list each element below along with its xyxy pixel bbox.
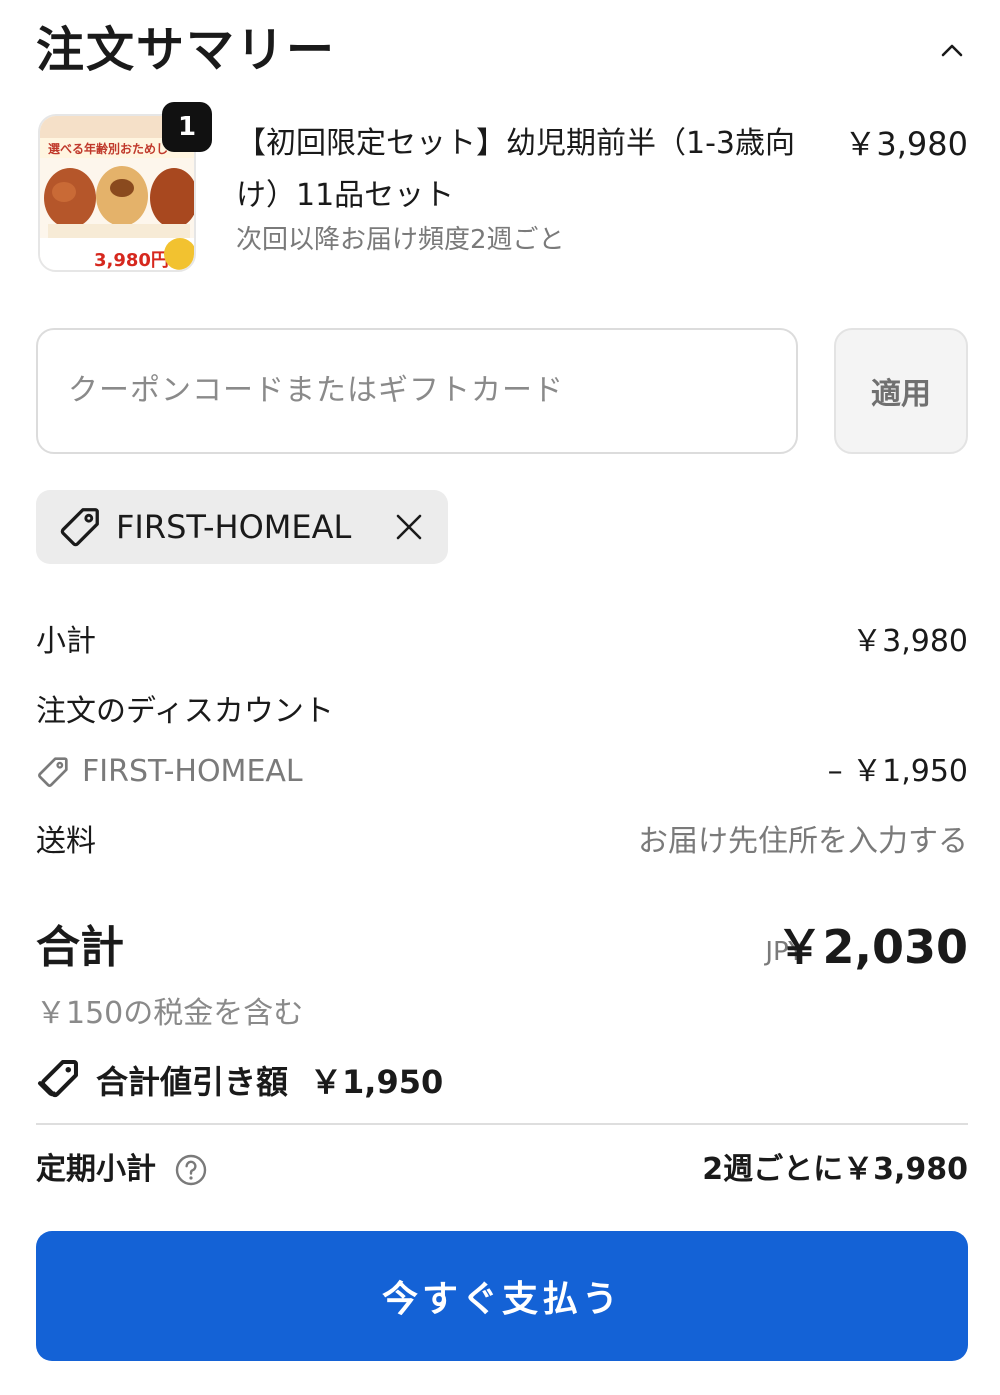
product-title: 【初回限定セット】幼児期前半（1-3歳向け）11品セット [236,126,795,213]
shipping-label: 送料 [36,824,96,859]
chevron-up-icon[interactable] [936,34,968,66]
delivery-frequency: 次回以降お届け頻度2週ごと [236,225,565,255]
subtotal-label: 小計 [36,624,96,659]
applied-discount-chip: FIRST-HOMEAL [36,490,448,564]
product-thumbnail-wrapper: 選べる年齢別おためし 3,980円 1 [38,102,212,272]
order-summary-header[interactable]: 注文サマリー [36,18,968,82]
total-label: 合計 [36,922,124,973]
shipping-row: 送料 お届け先住所を入力する [36,820,968,864]
line-item: 選べる年齢別おためし 3,980円 1 【初回限定セット】幼児期前半（1-3歳向… [36,102,968,282]
shipping-value: お届け先住所を入力する [638,824,968,859]
page-title: 注文サマリー [36,22,337,78]
tag-icon [38,757,68,787]
discount-code-row: FIRST-HOMEAL – ￥1,950 [36,750,968,802]
applied-discount-code: FIRST-HOMEAL [116,508,352,546]
discount-code-group: FIRST-HOMEAL [36,750,303,794]
coupon-code-input[interactable]: クーポンコードまたはギフトカード [36,328,798,454]
divider [36,1123,968,1125]
apply-coupon-button[interactable]: 適用 [834,328,968,454]
total-savings: 合計値引き額 ￥1,950 [36,1056,443,1104]
tag-icon [60,508,99,547]
discount-row: 注文のディスカウント [36,690,968,734]
quantity-badge: 1 [162,102,212,152]
tags-icon [38,1060,78,1098]
discount-value: – ￥1,950 [827,754,968,789]
thumb-price-text: 3,980円 [94,250,169,271]
product-price: ￥3,980 [844,125,968,163]
thumb-banner-text: 選べる年齢別おためし [48,141,168,156]
close-icon[interactable] [394,512,424,542]
recurring-subtotal-value: 2週ごとに￥3,980 [702,1152,968,1187]
discount-label: 注文のディスカウント [36,694,334,729]
recurring-subtotal: 定期小計 [36,1148,208,1192]
savings-value: ￥1,950 [310,1063,444,1101]
tax-note: ￥150の税金を含む [36,996,304,1031]
subtotal-value: ￥3,980 [852,624,968,659]
total-value: ￥2,030 [776,920,968,974]
recurring-subtotal-label: 定期小計 [36,1152,156,1187]
subtotal-row: 小計 ￥3,980 [36,620,968,664]
help-icon[interactable] [174,1153,208,1187]
discount-code: FIRST-HOMEAL [82,754,303,789]
savings-label: 合計値引き額 [96,1063,289,1101]
pay-now-button[interactable]: 今すぐ支払う [36,1231,968,1361]
